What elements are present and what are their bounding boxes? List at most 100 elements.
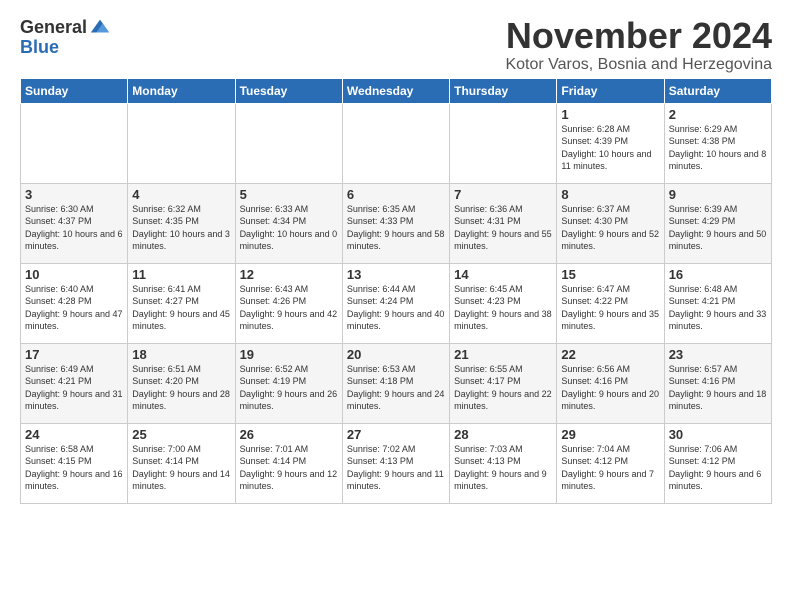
header-thursday: Thursday <box>450 78 557 103</box>
calendar-cell: 25Sunrise: 7:00 AM Sunset: 4:14 PM Dayli… <box>128 423 235 503</box>
calendar-week-row: 3Sunrise: 6:30 AM Sunset: 4:37 PM Daylig… <box>21 183 772 263</box>
cell-info: Sunrise: 6:30 AM Sunset: 4:37 PM Dayligh… <box>25 203 123 253</box>
cell-info: Sunrise: 6:43 AM Sunset: 4:26 PM Dayligh… <box>240 283 338 333</box>
calendar-cell <box>235 103 342 183</box>
calendar-cell: 28Sunrise: 7:03 AM Sunset: 4:13 PM Dayli… <box>450 423 557 503</box>
cell-info: Sunrise: 6:36 AM Sunset: 4:31 PM Dayligh… <box>454 203 552 253</box>
calendar-cell: 3Sunrise: 6:30 AM Sunset: 4:37 PM Daylig… <box>21 183 128 263</box>
calendar-cell: 18Sunrise: 6:51 AM Sunset: 4:20 PM Dayli… <box>128 343 235 423</box>
cell-info: Sunrise: 6:45 AM Sunset: 4:23 PM Dayligh… <box>454 283 552 333</box>
cell-info: Sunrise: 7:02 AM Sunset: 4:13 PM Dayligh… <box>347 443 445 493</box>
logo-icon <box>89 16 111 38</box>
day-number: 15 <box>561 267 659 282</box>
calendar-cell: 9Sunrise: 6:39 AM Sunset: 4:29 PM Daylig… <box>664 183 771 263</box>
calendar-cell: 1Sunrise: 6:28 AM Sunset: 4:39 PM Daylig… <box>557 103 664 183</box>
cell-info: Sunrise: 7:00 AM Sunset: 4:14 PM Dayligh… <box>132 443 230 493</box>
cell-info: Sunrise: 6:57 AM Sunset: 4:16 PM Dayligh… <box>669 363 767 413</box>
cell-info: Sunrise: 7:04 AM Sunset: 4:12 PM Dayligh… <box>561 443 659 493</box>
calendar-cell: 29Sunrise: 7:04 AM Sunset: 4:12 PM Dayli… <box>557 423 664 503</box>
logo-general: General <box>20 18 87 36</box>
cell-info: Sunrise: 6:37 AM Sunset: 4:30 PM Dayligh… <box>561 203 659 253</box>
day-number: 3 <box>25 187 123 202</box>
calendar-week-row: 17Sunrise: 6:49 AM Sunset: 4:21 PM Dayli… <box>21 343 772 423</box>
cell-info: Sunrise: 7:03 AM Sunset: 4:13 PM Dayligh… <box>454 443 552 493</box>
cell-info: Sunrise: 6:29 AM Sunset: 4:38 PM Dayligh… <box>669 123 767 173</box>
day-number: 30 <box>669 427 767 442</box>
cell-info: Sunrise: 6:49 AM Sunset: 4:21 PM Dayligh… <box>25 363 123 413</box>
header-tuesday: Tuesday <box>235 78 342 103</box>
calendar-cell: 12Sunrise: 6:43 AM Sunset: 4:26 PM Dayli… <box>235 263 342 343</box>
header-sunday: Sunday <box>21 78 128 103</box>
day-number: 26 <box>240 427 338 442</box>
calendar-cell: 30Sunrise: 7:06 AM Sunset: 4:12 PM Dayli… <box>664 423 771 503</box>
day-number: 5 <box>240 187 338 202</box>
header-monday: Monday <box>128 78 235 103</box>
day-number: 4 <box>132 187 230 202</box>
day-number: 27 <box>347 427 445 442</box>
calendar-cell: 10Sunrise: 6:40 AM Sunset: 4:28 PM Dayli… <box>21 263 128 343</box>
day-number: 8 <box>561 187 659 202</box>
cell-info: Sunrise: 6:48 AM Sunset: 4:21 PM Dayligh… <box>669 283 767 333</box>
calendar-cell <box>21 103 128 183</box>
header-friday: Friday <box>557 78 664 103</box>
cell-info: Sunrise: 6:28 AM Sunset: 4:39 PM Dayligh… <box>561 123 659 173</box>
cell-info: Sunrise: 6:33 AM Sunset: 4:34 PM Dayligh… <box>240 203 338 253</box>
calendar-cell: 27Sunrise: 7:02 AM Sunset: 4:13 PM Dayli… <box>342 423 449 503</box>
header: General Blue November 2024 Kotor Varos, … <box>20 16 772 74</box>
day-number: 24 <box>25 427 123 442</box>
calendar-cell: 22Sunrise: 6:56 AM Sunset: 4:16 PM Dayli… <box>557 343 664 423</box>
day-number: 14 <box>454 267 552 282</box>
header-saturday: Saturday <box>664 78 771 103</box>
day-number: 20 <box>347 347 445 362</box>
day-number: 1 <box>561 107 659 122</box>
day-number: 9 <box>669 187 767 202</box>
day-number: 11 <box>132 267 230 282</box>
cell-info: Sunrise: 7:01 AM Sunset: 4:14 PM Dayligh… <box>240 443 338 493</box>
cell-info: Sunrise: 6:55 AM Sunset: 4:17 PM Dayligh… <box>454 363 552 413</box>
calendar-week-row: 24Sunrise: 6:58 AM Sunset: 4:15 PM Dayli… <box>21 423 772 503</box>
cell-info: Sunrise: 6:32 AM Sunset: 4:35 PM Dayligh… <box>132 203 230 253</box>
cell-info: Sunrise: 6:40 AM Sunset: 4:28 PM Dayligh… <box>25 283 123 333</box>
day-number: 7 <box>454 187 552 202</box>
day-number: 18 <box>132 347 230 362</box>
cell-info: Sunrise: 6:52 AM Sunset: 4:19 PM Dayligh… <box>240 363 338 413</box>
logo-blue: Blue <box>20 37 59 57</box>
cell-info: Sunrise: 6:41 AM Sunset: 4:27 PM Dayligh… <box>132 283 230 333</box>
day-number: 16 <box>669 267 767 282</box>
calendar-cell: 26Sunrise: 7:01 AM Sunset: 4:14 PM Dayli… <box>235 423 342 503</box>
cell-info: Sunrise: 7:06 AM Sunset: 4:12 PM Dayligh… <box>669 443 767 493</box>
cell-info: Sunrise: 6:53 AM Sunset: 4:18 PM Dayligh… <box>347 363 445 413</box>
header-wednesday: Wednesday <box>342 78 449 103</box>
calendar-week-row: 10Sunrise: 6:40 AM Sunset: 4:28 PM Dayli… <box>21 263 772 343</box>
month-title: November 2024 <box>505 16 772 56</box>
calendar-cell: 6Sunrise: 6:35 AM Sunset: 4:33 PM Daylig… <box>342 183 449 263</box>
calendar-cell: 23Sunrise: 6:57 AM Sunset: 4:16 PM Dayli… <box>664 343 771 423</box>
calendar-cell <box>450 103 557 183</box>
calendar-cell: 8Sunrise: 6:37 AM Sunset: 4:30 PM Daylig… <box>557 183 664 263</box>
day-number: 25 <box>132 427 230 442</box>
calendar-cell: 14Sunrise: 6:45 AM Sunset: 4:23 PM Dayli… <box>450 263 557 343</box>
cell-info: Sunrise: 6:47 AM Sunset: 4:22 PM Dayligh… <box>561 283 659 333</box>
day-number: 17 <box>25 347 123 362</box>
cell-info: Sunrise: 6:51 AM Sunset: 4:20 PM Dayligh… <box>132 363 230 413</box>
calendar-cell: 24Sunrise: 6:58 AM Sunset: 4:15 PM Dayli… <box>21 423 128 503</box>
calendar-table: SundayMondayTuesdayWednesdayThursdayFrid… <box>20 78 772 504</box>
cell-info: Sunrise: 6:58 AM Sunset: 4:15 PM Dayligh… <box>25 443 123 493</box>
day-number: 19 <box>240 347 338 362</box>
calendar-cell: 11Sunrise: 6:41 AM Sunset: 4:27 PM Dayli… <box>128 263 235 343</box>
calendar-cell: 20Sunrise: 6:53 AM Sunset: 4:18 PM Dayli… <box>342 343 449 423</box>
day-number: 13 <box>347 267 445 282</box>
calendar-cell <box>342 103 449 183</box>
calendar-cell: 19Sunrise: 6:52 AM Sunset: 4:19 PM Dayli… <box>235 343 342 423</box>
calendar-cell: 13Sunrise: 6:44 AM Sunset: 4:24 PM Dayli… <box>342 263 449 343</box>
day-number: 6 <box>347 187 445 202</box>
day-number: 2 <box>669 107 767 122</box>
calendar-cell <box>128 103 235 183</box>
day-number: 21 <box>454 347 552 362</box>
cell-info: Sunrise: 6:35 AM Sunset: 4:33 PM Dayligh… <box>347 203 445 253</box>
day-number: 12 <box>240 267 338 282</box>
day-number: 28 <box>454 427 552 442</box>
calendar-cell: 17Sunrise: 6:49 AM Sunset: 4:21 PM Dayli… <box>21 343 128 423</box>
logo: General Blue <box>20 16 111 58</box>
day-number: 10 <box>25 267 123 282</box>
